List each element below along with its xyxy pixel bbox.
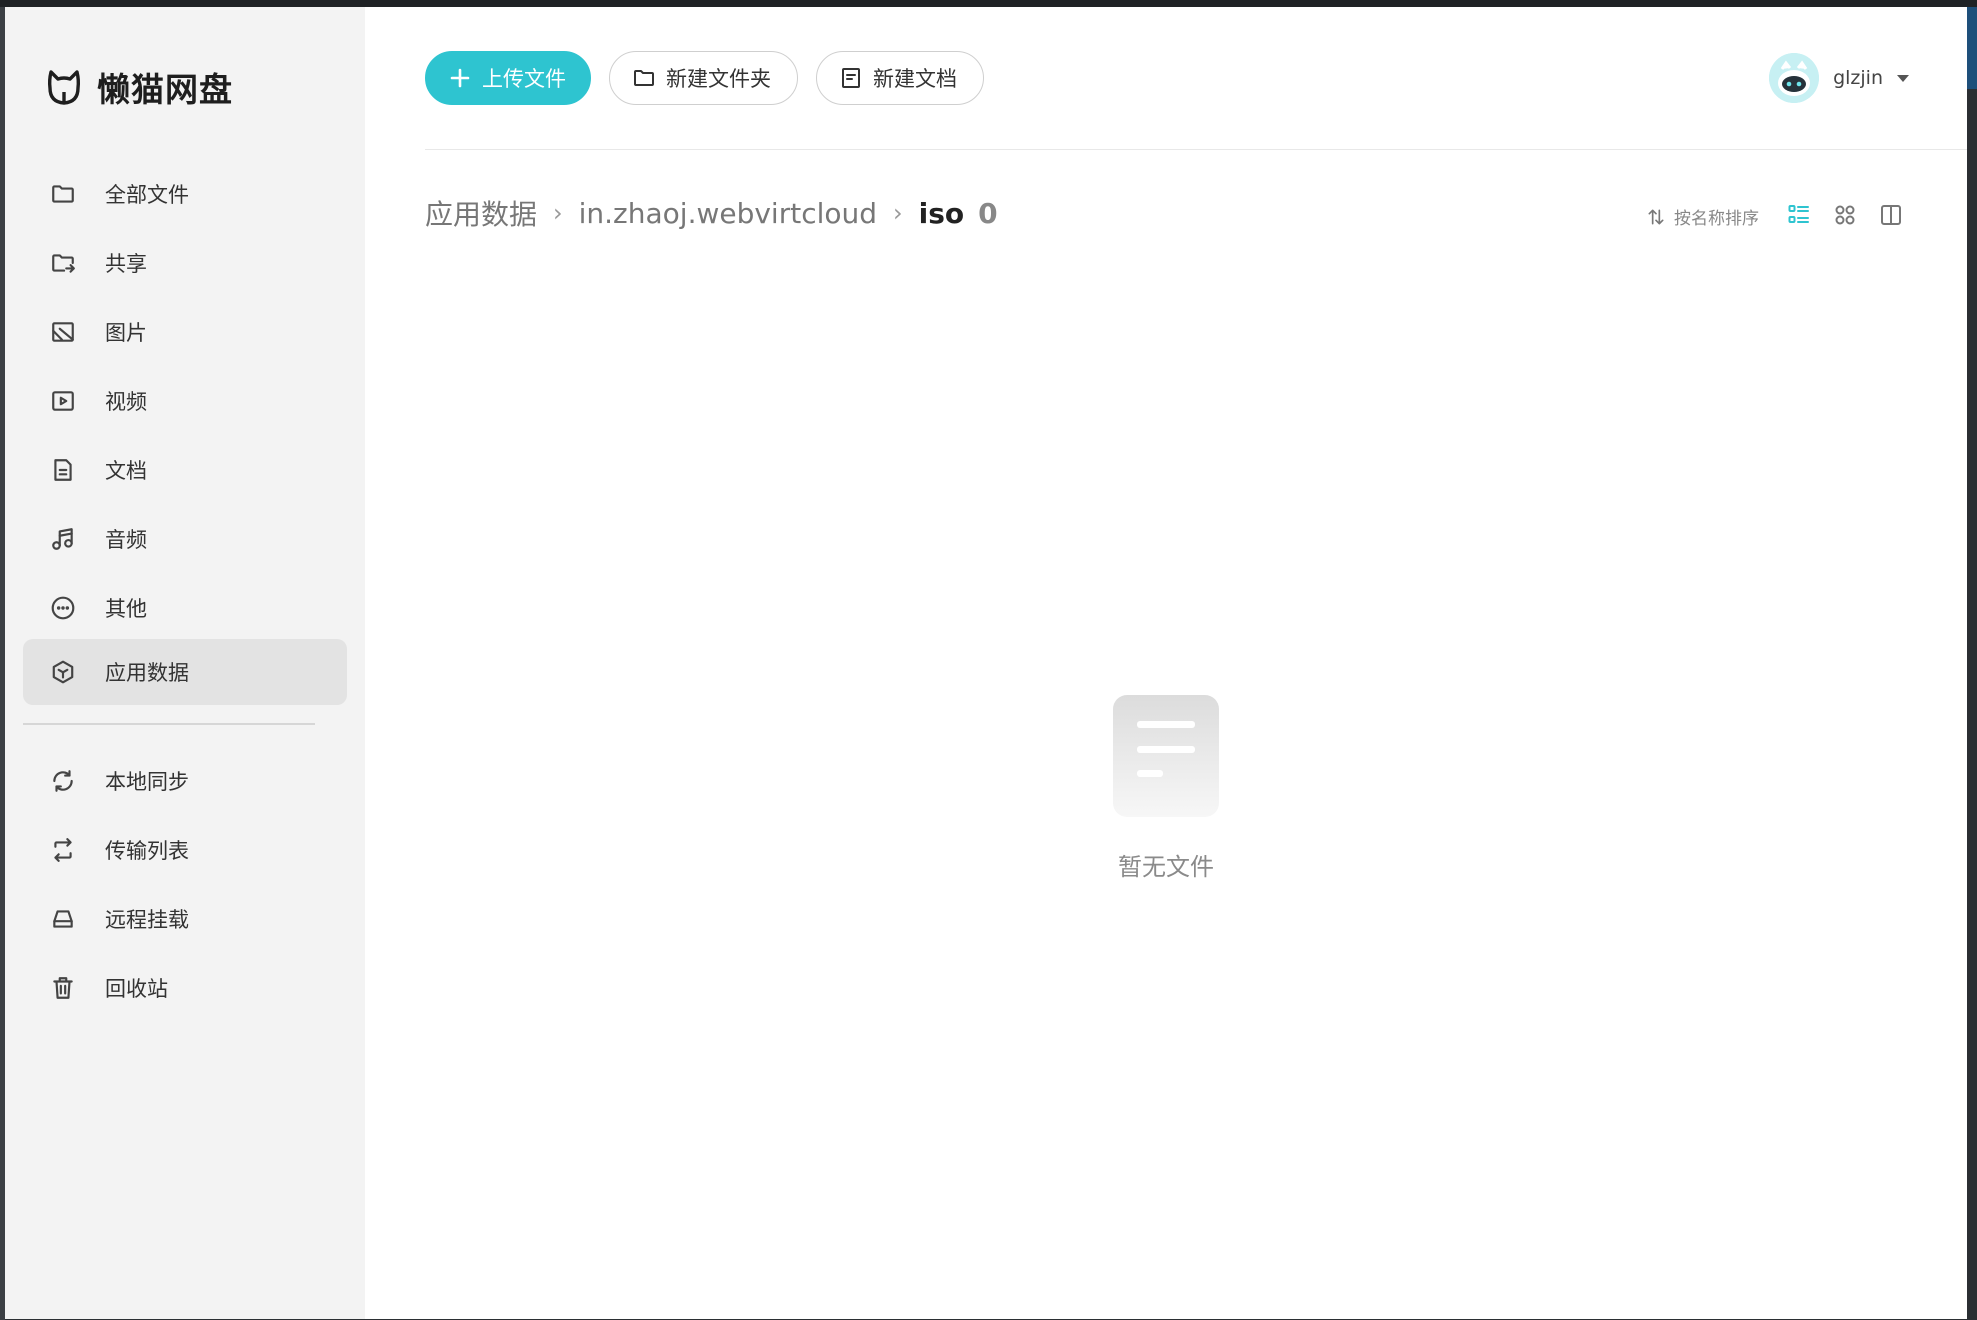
sidebar-item-remote-mount[interactable]: 远程挂载 [23,886,347,952]
brand[interactable]: 懒猫网盘 [45,63,233,111]
new-document-button[interactable]: 新建文档 [816,51,984,105]
upload-file-label: 上传文件 [482,67,566,91]
transfer-icon [49,836,77,864]
video-icon [49,387,77,415]
new-document-label: 新建文档 [873,67,957,91]
sidebar-item-label: 图片 [105,321,147,345]
new-folder-button[interactable]: 新建文件夹 [609,51,798,105]
avatar [1769,53,1820,103]
new-folder-label: 新建文件夹 [666,67,771,91]
sort-label: 按名称排序 [1674,209,1759,229]
sidebar-item-local-sync[interactable]: 本地同步 [23,748,347,814]
empty-state: 暂无文件 [365,695,1967,882]
drive-icon [49,905,77,933]
sidebar-item-transfer-list[interactable]: 传输列表 [23,817,347,883]
sidebar-item-all-files[interactable]: 全部文件 [23,161,347,227]
grid-view-button[interactable] [1833,203,1857,227]
sidebar-item-label: 远程挂载 [105,908,189,932]
main-content: 上传文件 新建文件夹 新建文档 glzjin 应用数据 › in.zhaoj.w… [365,7,1967,1319]
username: glzjin [1833,67,1883,89]
sort-icon [1648,209,1664,224]
sidebar-item-label: 共享 [105,252,147,276]
document-icon [49,456,77,484]
sidebar-item-label: 应用数据 [105,661,189,685]
sidebar-item-videos[interactable]: 视频 [23,368,347,434]
sidebar-item-shared[interactable]: 共享 [23,230,347,296]
list-view-icon [1788,205,1809,223]
sidebar-item-other[interactable]: 其他 [23,575,347,641]
chevron-down-icon [1897,74,1909,82]
sidebar-item-documents[interactable]: 文档 [23,437,347,503]
brand-name: 懒猫网盘 [97,70,233,109]
sidebar: 懒猫网盘 全部文件 共享 图片 视频 文档 音频 其他 应用数据 本地同步 传输… [5,7,365,1319]
sidebar-item-label: 传输列表 [105,839,189,863]
more-icon [49,594,77,622]
item-count: 0 [978,196,998,230]
plus-icon [450,68,470,88]
chevron-right-icon: › [553,199,563,227]
shared-folder-icon [49,249,77,277]
app-window: 懒猫网盘 全部文件 共享 图片 视频 文档 音频 其他 应用数据 本地同步 传输… [5,7,1967,1319]
breadcrumb-current: iso [918,196,965,230]
list-view-button[interactable] [1787,203,1811,227]
split-view-button[interactable] [1879,203,1903,227]
background-window-edge [1967,7,1977,89]
robot-avatar-icon [1769,53,1820,103]
sync-icon [49,767,77,795]
sidebar-divider [23,723,315,725]
header-divider [425,149,1967,150]
user-menu[interactable]: glzjin [1769,53,1909,103]
breadcrumb: 应用数据 › in.zhaoj.webvirtcloud › iso 0 [425,193,998,233]
sidebar-item-label: 本地同步 [105,770,189,794]
empty-file-icon [1113,695,1219,817]
sidebar-item-label: 回收站 [105,977,168,1001]
breadcrumb-item-app[interactable]: in.zhaoj.webvirtcloud [579,197,877,230]
window-top-edge [0,0,1977,7]
image-icon [49,318,77,346]
sidebar-item-label: 视频 [105,390,147,414]
breadcrumb-item-app-data[interactable]: 应用数据 [425,193,537,233]
document-icon [842,68,860,88]
folder-icon [634,70,654,86]
sidebar-item-label: 全部文件 [105,183,189,207]
sidebar-item-label: 音频 [105,528,147,552]
split-view-icon [1881,205,1901,225]
sidebar-item-images[interactable]: 图片 [23,299,347,365]
toolbar: 上传文件 新建文件夹 新建文档 [425,51,984,105]
upload-file-button[interactable]: 上传文件 [425,51,591,105]
sort-button[interactable]: 按名称排序 [1646,204,1759,229]
sidebar-item-label: 其他 [105,597,147,621]
music-icon [49,525,77,553]
empty-message: 暂无文件 [1118,853,1214,881]
sidebar-item-trash[interactable]: 回收站 [23,955,347,1021]
cube-icon [49,658,77,686]
grid-view-icon [1835,205,1855,225]
chevron-right-icon: › [893,199,903,227]
cat-logo-icon [47,70,81,105]
sidebar-item-audio[interactable]: 音频 [23,506,347,572]
sidebar-item-label: 文档 [105,459,147,483]
view-switcher [1787,203,1903,227]
folder-icon [49,180,77,208]
trash-icon [49,974,77,1002]
sidebar-item-app-data[interactable]: 应用数据 [23,639,347,705]
